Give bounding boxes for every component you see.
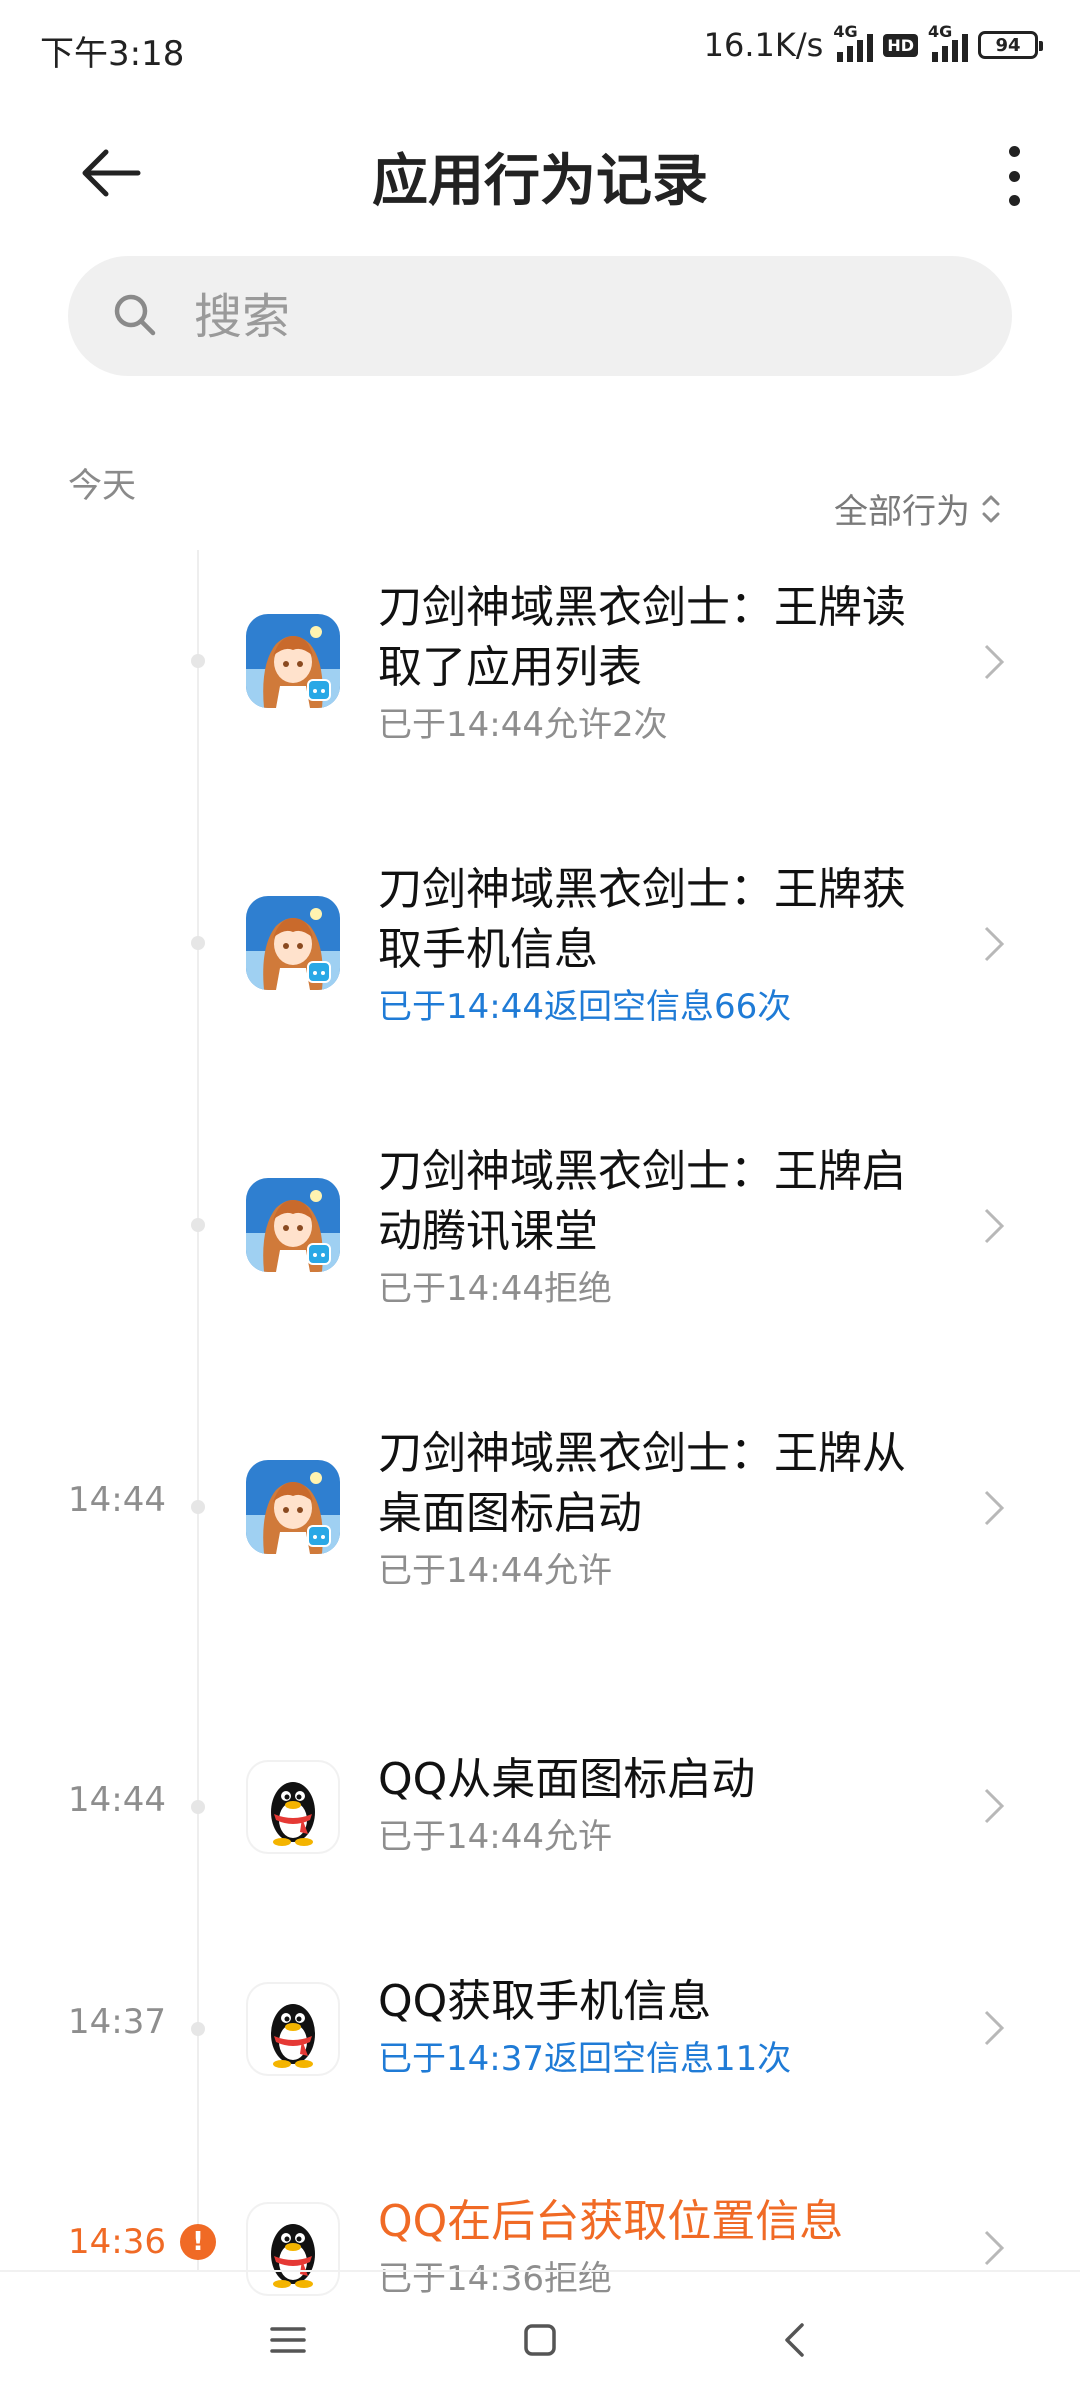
home-square-icon <box>524 2324 556 2356</box>
network-type-label-2: 4G <box>928 22 953 41</box>
status-indicators: 16.1K/s 4G HD 4G 94 <box>703 22 1043 64</box>
record-status: 已于14:44拒绝 <box>378 1269 612 1309</box>
chevron-right-icon <box>984 1490 1005 1526</box>
record-content: 刀剑神域黑衣剑士：王牌启动腾讯课堂 已于14:44拒绝 <box>378 1142 938 1316</box>
page-title: 应用行为记录 <box>372 149 708 214</box>
record-status: 已于14:44允许2次 <box>378 705 668 745</box>
sword-art-online-app-icon <box>246 1460 340 1554</box>
record-time: 14:37 <box>68 2002 166 2042</box>
record-row[interactable]: 刀剑神域黑衣剑士：王牌启动腾讯课堂 已于14:44拒绝 <box>0 1114 1080 1396</box>
record-title: QQ在后台获取位置信息 <box>378 2196 844 2247</box>
record-content: QQ获取手机信息 已于14:37返回空信息11次 <box>378 1972 938 2086</box>
chevron-right-icon <box>984 2010 1005 2046</box>
record-row[interactable]: 刀剑神域黑衣剑士：王牌获取手机信息 已于14:44返回空信息66次 <box>0 832 1080 1114</box>
back-chevron-icon <box>785 2323 804 2357</box>
record-content: QQ从桌面图标启动 已于14:44允许 <box>378 1750 938 1864</box>
chevron-right-icon <box>984 1788 1005 1824</box>
record-content: 刀剑神域黑衣剑士：王牌读取了应用列表 已于14:44允许2次 <box>378 578 938 752</box>
warning-alert-icon: ! <box>180 2224 216 2260</box>
network-speed: 16.1K/s <box>703 26 824 64</box>
record-row[interactable]: 14:44 QQ从桌面图标启动 已于14:44允许 <box>0 1678 1080 1898</box>
home-button[interactable] <box>510 2310 570 2370</box>
record-title: 刀剑神域黑衣剑士：王牌读取了应用列表 <box>378 582 906 693</box>
menu-lines-icon <box>270 2327 306 2353</box>
record-status: 已于14:44允许 <box>378 1817 612 1857</box>
chevron-right-icon <box>984 926 1005 962</box>
record-title: 刀剑神域黑衣剑士：王牌从桌面图标启动 <box>378 1428 906 1539</box>
record-time: 14:36 <box>68 2222 166 2262</box>
timeline-dot <box>191 654 205 668</box>
filter-label: 全部行为 <box>834 492 970 532</box>
record-content: 刀剑神域黑衣剑士：王牌获取手机信息 已于14:44返回空信息66次 <box>378 860 938 1034</box>
recents-button[interactable] <box>258 2310 318 2370</box>
sword-art-online-app-icon <box>246 614 340 708</box>
record-row[interactable]: 14:37 QQ获取手机信息 已于14:37返回空信息11次 <box>0 1898 1080 2118</box>
record-row[interactable]: 刀剑神域黑衣剑士：王牌读取了应用列表 已于14:44允许2次 <box>0 550 1080 832</box>
search-bar[interactable] <box>68 256 1012 378</box>
timeline-dot <box>191 1500 205 1514</box>
sword-art-online-app-icon <box>246 896 340 990</box>
status-time: 下午3:18 <box>40 34 185 74</box>
network-type-label: 4G <box>833 22 858 41</box>
hd-badge: HD <box>883 33 918 57</box>
record-row[interactable]: 14:44 刀剑神域黑衣剑士：王牌从桌面图标启动 已于14:44允许 <box>0 1396 1080 1678</box>
chevron-right-icon <box>984 2230 1005 2266</box>
chevron-right-icon <box>984 644 1005 680</box>
record-time: 14:44 <box>68 1780 166 1820</box>
status-bar: 下午3:18 16.1K/s 4G HD 4G 94 <box>0 0 1080 96</box>
signal-icon: 4G <box>833 22 874 62</box>
battery-level: 94 <box>995 34 1021 56</box>
record-title: QQ从桌面图标启动 <box>378 1754 756 1805</box>
signal-icon-2: 4G <box>928 22 968 62</box>
search-icon <box>114 294 156 336</box>
record-status: 已于14:37返回空信息11次 <box>378 2039 792 2079</box>
behavior-record-list: 刀剑神域黑衣剑士：王牌读取了应用列表 已于14:44允许2次 刀剑神域黑衣剑士：… <box>0 550 1080 2318</box>
record-title: 刀剑神域黑衣剑士：王牌启动腾讯课堂 <box>378 1146 906 1257</box>
qq-penguin-icon <box>246 1760 340 1854</box>
record-status: 已于14:44返回空信息66次 <box>378 987 792 1027</box>
search-input[interactable] <box>192 256 976 378</box>
record-title: QQ获取手机信息 <box>378 1976 712 2027</box>
timeline-dot <box>191 1800 205 1814</box>
record-time: 14:44 <box>68 1480 166 1520</box>
timeline-dot <box>191 1218 205 1232</box>
chevron-right-icon <box>984 1208 1005 1244</box>
behavior-filter-dropdown[interactable]: 全部行为 <box>834 484 1002 533</box>
sort-updown-icon <box>982 495 1000 522</box>
timeline-dot <box>191 2022 205 2036</box>
more-options-button[interactable] <box>994 146 1034 206</box>
record-status: 已于14:44允许 <box>378 1551 612 1591</box>
section-header-today: 今天 <box>68 466 136 506</box>
sword-art-online-app-icon <box>246 1178 340 1272</box>
record-title: 刀剑神域黑衣剑士：王牌获取手机信息 <box>378 864 906 975</box>
record-content: 刀剑神域黑衣剑士：王牌从桌面图标启动 已于14:44允许 <box>378 1424 938 1598</box>
battery-icon: 94 <box>978 31 1043 59</box>
system-back-button[interactable] <box>764 2310 824 2370</box>
qq-penguin-icon <box>246 1982 340 2076</box>
more-dots-icon <box>1008 146 1020 157</box>
timeline-dot <box>191 936 205 950</box>
system-navigation-bar <box>0 2270 1080 2402</box>
title-bar: 应用行为记录 <box>0 110 1080 240</box>
